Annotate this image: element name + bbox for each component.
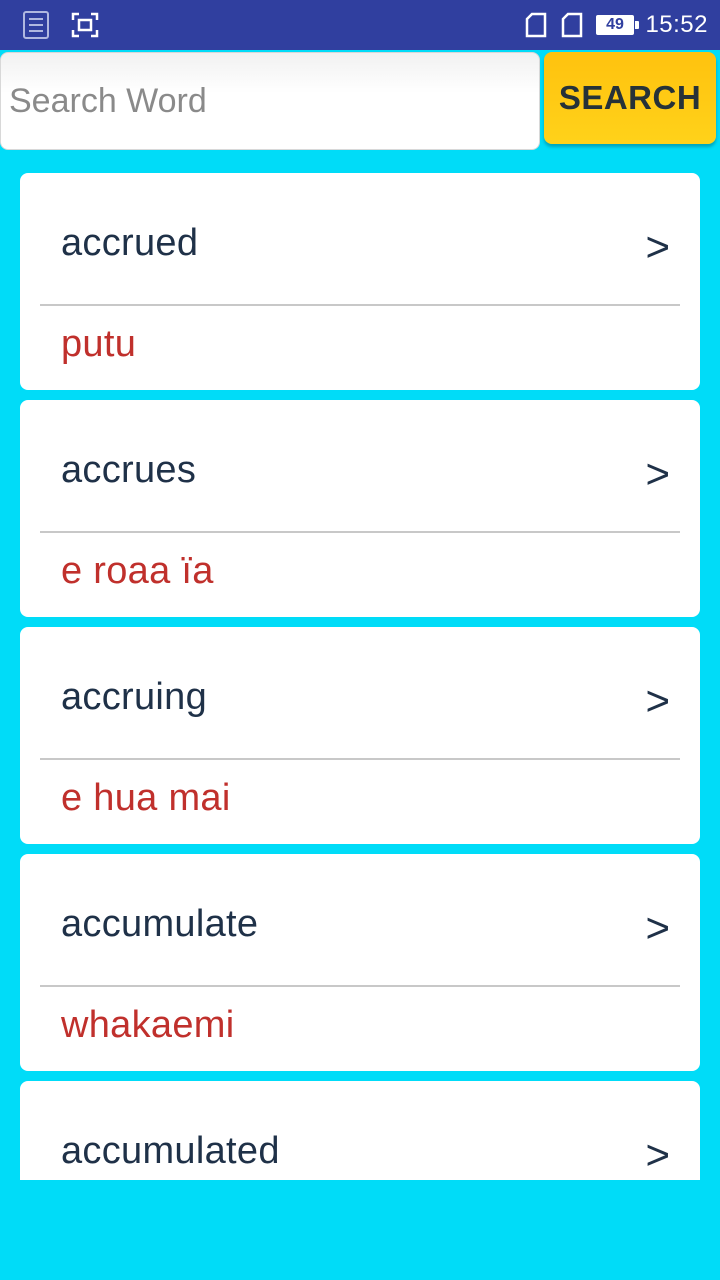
search-input[interactable] <box>0 52 540 150</box>
sim-card-1-icon <box>524 0 548 50</box>
status-time: 15:52 <box>645 11 708 38</box>
translation-label: putu <box>61 323 137 365</box>
list-item[interactable]: accrued > putu <box>20 173 700 390</box>
chevron-right-icon[interactable]: > <box>645 677 670 725</box>
chevron-right-icon[interactable]: > <box>645 904 670 952</box>
search-button[interactable]: SEARCH <box>544 52 716 144</box>
sim-card-2-icon <box>560 0 584 50</box>
status-bar: 49 15:52 <box>0 0 720 50</box>
battery-icon: 49 <box>596 15 639 35</box>
translation-label: e hua mai <box>61 777 231 819</box>
word-label: accrues <box>61 449 197 491</box>
chevron-right-icon[interactable]: > <box>645 450 670 498</box>
word-label: accumulated <box>61 1130 280 1172</box>
divider <box>40 985 680 987</box>
chevron-right-icon[interactable]: > <box>645 223 670 271</box>
app-notification-icon <box>20 0 52 50</box>
word-label: accumulate <box>61 903 259 945</box>
divider <box>40 758 680 760</box>
chevron-right-icon[interactable]: > <box>645 1131 670 1179</box>
word-label: accrued <box>61 222 199 264</box>
translation-label: whakaemi <box>61 1004 235 1046</box>
list-item[interactable]: accumulated > <box>20 1081 700 1180</box>
translation-label: e roaa ïa <box>61 550 214 592</box>
list-item[interactable]: accruing > e hua mai <box>20 627 700 844</box>
results-list[interactable]: accrued > putu accrues > e roaa ïa accru… <box>0 150 720 1180</box>
list-item[interactable]: accrues > e roaa ïa <box>20 400 700 617</box>
divider <box>40 304 680 306</box>
divider <box>40 531 680 533</box>
list-item[interactable]: accumulate > whakaemi <box>20 854 700 1071</box>
word-label: accruing <box>61 676 208 718</box>
screenshot-icon <box>70 0 100 50</box>
